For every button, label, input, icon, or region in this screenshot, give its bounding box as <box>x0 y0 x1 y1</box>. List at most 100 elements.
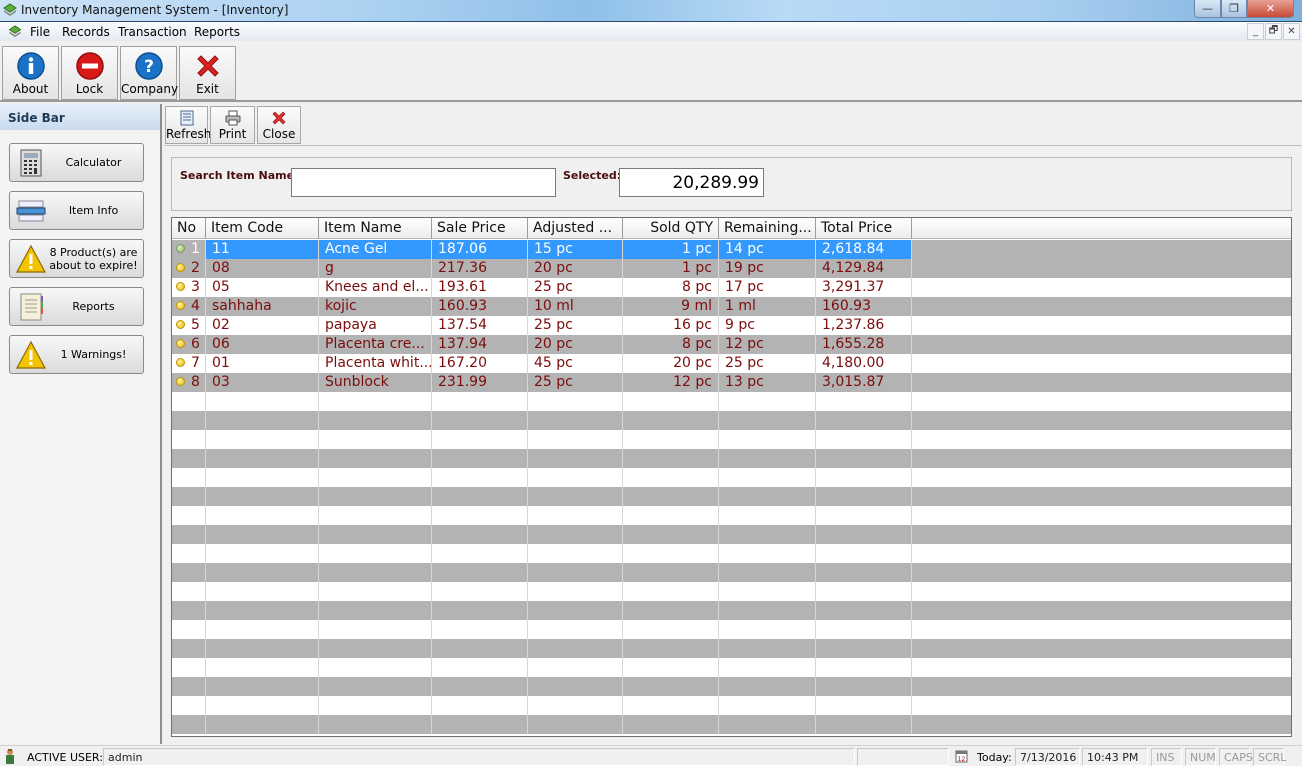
sidebar-item-reports[interactable]: Reports <box>9 287 144 326</box>
status-bar: ACTIVE USER: admin 12 Today: 7/13/2016 1… <box>0 745 1302 766</box>
empty-table-row <box>172 563 1291 582</box>
inventory-panel: Refresh Print Close Search Item Name: Se… <box>164 104 1302 744</box>
cell-filler <box>912 392 1291 411</box>
cell-item-name <box>319 468 432 487</box>
cell-filler <box>912 696 1291 715</box>
cell-filler <box>912 297 1291 316</box>
selected-label: Selected: <box>563 169 622 182</box>
cell-no: 2 <box>172 259 206 278</box>
maximize-button[interactable]: ❐ <box>1221 0 1247 18</box>
column-header-sale-price[interactable]: Sale Price <box>432 218 528 239</box>
cell-adjusted <box>528 449 623 468</box>
company-button[interactable]: ? Company <box>120 46 178 100</box>
cell-item-name <box>319 658 432 677</box>
cell-no <box>172 392 206 411</box>
mdi-restore-button[interactable]: 🗗 <box>1265 23 1282 40</box>
cell-item-code <box>206 392 319 411</box>
cell-item-name: Acne Gel <box>319 240 432 259</box>
menu-file[interactable]: File <box>30 25 50 39</box>
row-number: 7 <box>191 355 200 371</box>
mdi-minimize-button[interactable]: _ <box>1247 23 1264 40</box>
refresh-icon <box>180 110 193 126</box>
cell-adjusted <box>528 563 623 582</box>
cell-sold-qty <box>623 525 719 544</box>
minimize-button[interactable]: — <box>1194 0 1221 18</box>
table-row[interactable]: 5 02 papaya 137.54 25 pc 16 pc 9 pc 1,237.86 <box>172 316 1291 335</box>
sidebar-item-expiry-alert[interactable]: 8 Product(s) are about to expire! <box>9 239 144 278</box>
cell-total-price: 3,015.87 <box>816 373 912 392</box>
close-icon <box>272 111 286 125</box>
cell-total-price <box>816 392 912 411</box>
cell-filler <box>912 449 1291 468</box>
cell-sale-price <box>432 620 528 639</box>
cell-item-code <box>206 658 319 677</box>
inventory-table[interactable]: No Item Code Item Name Sale Price Adjust… <box>171 217 1292 737</box>
cell-adjusted: 20 pc <box>528 335 623 354</box>
table-row[interactable]: 2 08 g 217.36 20 pc 1 pc 19 pc 4,129.84 <box>172 259 1291 278</box>
cell-item-name <box>319 487 432 506</box>
cell-adjusted <box>528 658 623 677</box>
empty-table-row <box>172 449 1291 468</box>
lock-button[interactable]: Lock <box>61 46 118 100</box>
close-window-button[interactable]: ✕ <box>1247 0 1294 18</box>
cell-total-price <box>816 430 912 449</box>
refresh-button[interactable]: Refresh <box>165 106 211 144</box>
reports-icon <box>20 293 43 321</box>
cell-item-name: Knees and el... <box>319 278 432 297</box>
close-icon: ✕ <box>1265 2 1276 15</box>
cell-sale-price <box>432 677 528 696</box>
cell-remaining <box>719 715 816 734</box>
cell-total-price <box>816 658 912 677</box>
cell-adjusted <box>528 525 623 544</box>
sidebar-item-item-info[interactable]: Item Info <box>9 191 144 230</box>
cell-sale-price: 217.36 <box>432 259 528 278</box>
cell-no <box>172 563 206 582</box>
column-header-remaining[interactable]: Remaining... <box>719 218 816 239</box>
cell-sold-qty: 20 pc <box>623 354 719 373</box>
cell-item-code <box>206 563 319 582</box>
cell-item-code <box>206 544 319 563</box>
table-row[interactable]: 7 01 Placenta whit... 167.20 45 pc 20 pc 25 pc… <box>172 354 1291 373</box>
today-label: Today: <box>977 751 1012 764</box>
menu-records[interactable]: Records <box>62 25 110 39</box>
table-row[interactable]: 4 sahhaha kojic 160.93 10 ml 9 ml 1 ml 160.93 <box>172 297 1291 316</box>
cell-no <box>172 525 206 544</box>
calculator-icon <box>20 149 42 177</box>
column-header-item-name[interactable]: Item Name <box>319 218 432 239</box>
item-info-icon <box>16 200 46 222</box>
column-header-total-price[interactable]: Total Price <box>816 218 912 239</box>
empty-table-row <box>172 525 1291 544</box>
cell-sale-price <box>432 696 528 715</box>
column-header-no[interactable]: No <box>172 218 206 239</box>
print-button[interactable]: Print <box>210 106 255 144</box>
table-row[interactable]: 1 11 Acne Gel 187.06 15 pc 1 pc 14 pc 2,618.84 <box>172 240 1291 259</box>
cell-filler <box>912 563 1291 582</box>
cell-total-price <box>816 449 912 468</box>
column-header-sold-qty[interactable]: Sold QTY <box>623 218 719 239</box>
cell-sale-price <box>432 544 528 563</box>
cell-filler <box>912 487 1291 506</box>
sidebar-item-warnings[interactable]: 1 Warnings! <box>9 335 144 374</box>
column-header-item-code[interactable]: Item Code <box>206 218 319 239</box>
search-input[interactable] <box>291 168 556 197</box>
table-row[interactable]: 6 06 Placenta cre... 137.94 20 pc 8 pc 12 pc 1,… <box>172 335 1291 354</box>
mdi-close-button[interactable]: ✕ <box>1283 23 1300 40</box>
table-row[interactable]: 3 05 Knees and el... 193.61 25 pc 8 pc 17 pc 3,… <box>172 278 1291 297</box>
cell-sale-price: 187.06 <box>432 240 528 259</box>
cell-sold-qty <box>623 696 719 715</box>
app-menu-icon[interactable] <box>8 25 22 38</box>
column-header-adjusted[interactable]: Adjusted ... <box>528 218 623 239</box>
lock-icon <box>75 52 104 80</box>
sidebar-item-calculator[interactable]: Calculator <box>9 143 144 182</box>
menu-reports[interactable]: Reports <box>194 25 240 39</box>
close-button[interactable]: Close <box>257 106 301 144</box>
cell-remaining: 19 pc <box>719 259 816 278</box>
cell-no <box>172 411 206 430</box>
cell-total-price <box>816 411 912 430</box>
cell-item-name: g <box>319 259 432 278</box>
about-button[interactable]: About <box>2 46 59 100</box>
menu-transaction[interactable]: Transaction <box>118 25 187 39</box>
cell-sale-price <box>432 601 528 620</box>
exit-button[interactable]: Exit <box>179 46 236 100</box>
table-row[interactable]: 8 03 Sunblock 231.99 25 pc 12 pc 13 pc 3,015.87 <box>172 373 1291 392</box>
